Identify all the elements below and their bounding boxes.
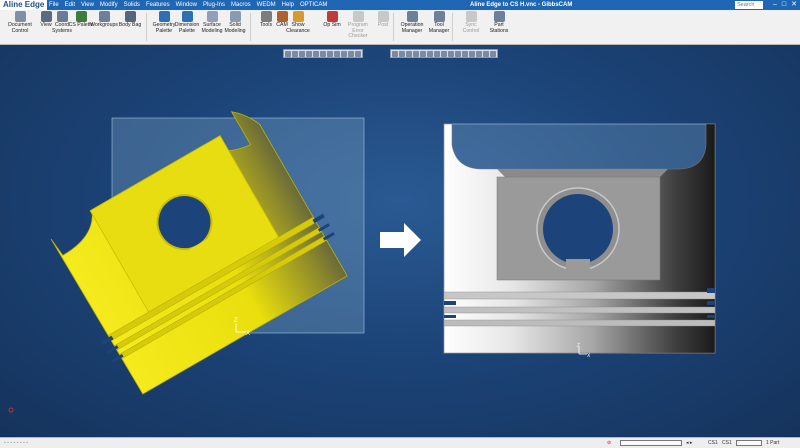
menu-macros[interactable]: Macros [231, 0, 251, 10]
dimension-palette-button[interactable]: Dimension Palette [173, 11, 201, 34]
ribbon-button-label: Dimension Palette [174, 22, 200, 34]
ribbon-separator [250, 13, 251, 41]
surface-modeling-icon [206, 11, 218, 22]
menu-file[interactable]: File [49, 0, 59, 10]
part-stations-button[interactable]: Part Stations [485, 11, 513, 34]
operation-manager-icon [406, 11, 418, 22]
maximize-icon[interactable]: □ [782, 0, 786, 10]
axis-x-label-right: X [587, 353, 591, 359]
menu-solids[interactable]: Solids [124, 0, 140, 10]
coord-systems-icon [56, 11, 68, 22]
workgroups-icon [98, 11, 110, 22]
menu-plug-ins[interactable]: Plug-Ins [203, 0, 225, 10]
geometry-palette-icon [158, 11, 170, 22]
search-input[interactable] [735, 1, 763, 9]
workgroups-button[interactable]: Workgroups [90, 11, 118, 29]
sync-control-icon [465, 11, 477, 22]
ribbon-button-label: Geometry Palette [152, 22, 176, 34]
show-clearance-icon [292, 11, 304, 22]
window-title: Aline Edge to CS H.vnc - GibbsCAM [470, 2, 573, 8]
op-sim-icon [326, 11, 338, 22]
ribbon-button-label: Surface Modeling [201, 22, 223, 34]
axis-z-label-right: Z [577, 343, 580, 349]
app-title: Aline Edge [0, 0, 48, 10]
window-controls: – □ ✕ [773, 0, 797, 10]
part-stations-icon [493, 11, 505, 22]
ribbon-button-label: Post [377, 22, 389, 28]
model-canvas: Z X Z X [8, 111, 716, 413]
ribbon-button-label: Program Error Checker [348, 22, 368, 40]
menu-features[interactable]: Features [146, 0, 170, 10]
error-icon[interactable]: ⊘ [607, 440, 611, 447]
axis-x-label: X [246, 331, 250, 337]
graphics-viewport[interactable]: Z X Z X [0, 45, 800, 437]
menu-window[interactable]: Window [176, 0, 197, 10]
ribbon-button-label: Sync Control [462, 22, 480, 34]
show-clearance-button[interactable]: Show Clearance [284, 11, 312, 34]
menu-help[interactable]: Help [282, 0, 294, 10]
body-bag-icon [124, 11, 136, 22]
ribbon-button-label: Solid Modeling [224, 22, 246, 34]
ribbon-button-label: Op Sim [323, 22, 341, 28]
ribbon-button-label: Body Bag [118, 22, 142, 28]
ribbon-button-label: Document Control [8, 22, 32, 34]
operation-manager-button[interactable]: Operation Manager [398, 11, 426, 34]
solid-modeling-button[interactable]: Solid Modeling [221, 11, 249, 34]
dimension-palette-icon [181, 11, 193, 22]
program-error-checker-icon [352, 11, 364, 22]
ribbon-toolbar: ▾ ▾ Document ControlViewCoord SystemsCS … [0, 10, 800, 53]
minimize-icon[interactable]: – [773, 0, 777, 10]
body-bag-button[interactable]: Body Bag [116, 11, 144, 29]
document-control-button[interactable]: Document Control [6, 11, 34, 34]
ribbon-separator [146, 13, 147, 41]
solid-modeling-icon [229, 11, 241, 22]
status-icon: ◦ ◦ ◦ ◦ ◦ ◦ ◦ ◦ [4, 440, 28, 446]
ribbon-button-label: Workgroups [90, 22, 118, 28]
close-icon[interactable]: ✕ [791, 0, 797, 10]
zoom-indicator: CS1 [708, 440, 718, 446]
cs-palette-icon [75, 11, 87, 22]
menu-edit[interactable]: Edit [65, 0, 75, 10]
menu-modify[interactable]: Modify [100, 0, 118, 10]
menu-opticam[interactable]: OPTICAM [300, 0, 327, 10]
transform-arrow-icon [380, 223, 421, 257]
op-sim-button[interactable]: Op Sim [318, 11, 346, 29]
origin-marker-icon [8, 407, 14, 413]
ribbon-button-label: Show Clearance [286, 22, 310, 34]
progress-slider[interactable] [620, 440, 682, 446]
view-indicator: CS1 [722, 440, 732, 446]
ribbon-button-label: Tool Manager [428, 22, 450, 34]
tool-manager-button[interactable]: Tool Manager [425, 11, 453, 34]
ribbon-button-label: Operation Manager [400, 22, 424, 34]
status-bar: ◦ ◦ ◦ ◦ ◦ ◦ ◦ ◦ ⊘ ◂ ▸ CS1 CS1 1 Part [0, 437, 800, 448]
post-icon [377, 11, 389, 22]
status-field [736, 440, 762, 446]
menu-bar: File Edit View Modify Solids Features Window Pl… [49, 0, 327, 10]
ribbon-button-label: Part Stations [489, 22, 509, 34]
title-bar: Aline Edge File Edit View Modify Solids Featu… [0, 0, 800, 10]
menu-wedm[interactable]: WEDM [257, 0, 276, 10]
post-button[interactable]: Post [369, 11, 397, 29]
sync-control-button[interactable]: Sync Control [457, 11, 485, 34]
tool-manager-icon [433, 11, 445, 22]
menu-view[interactable]: View [81, 0, 94, 10]
program-error-checker-button[interactable]: Program Error Checker [344, 11, 372, 40]
document-control-icon [14, 11, 26, 22]
nav-icons[interactable]: ◂ ▸ [686, 440, 692, 447]
axis-z-label: Z [234, 318, 238, 324]
part-count-label: 1 Part [766, 440, 780, 446]
